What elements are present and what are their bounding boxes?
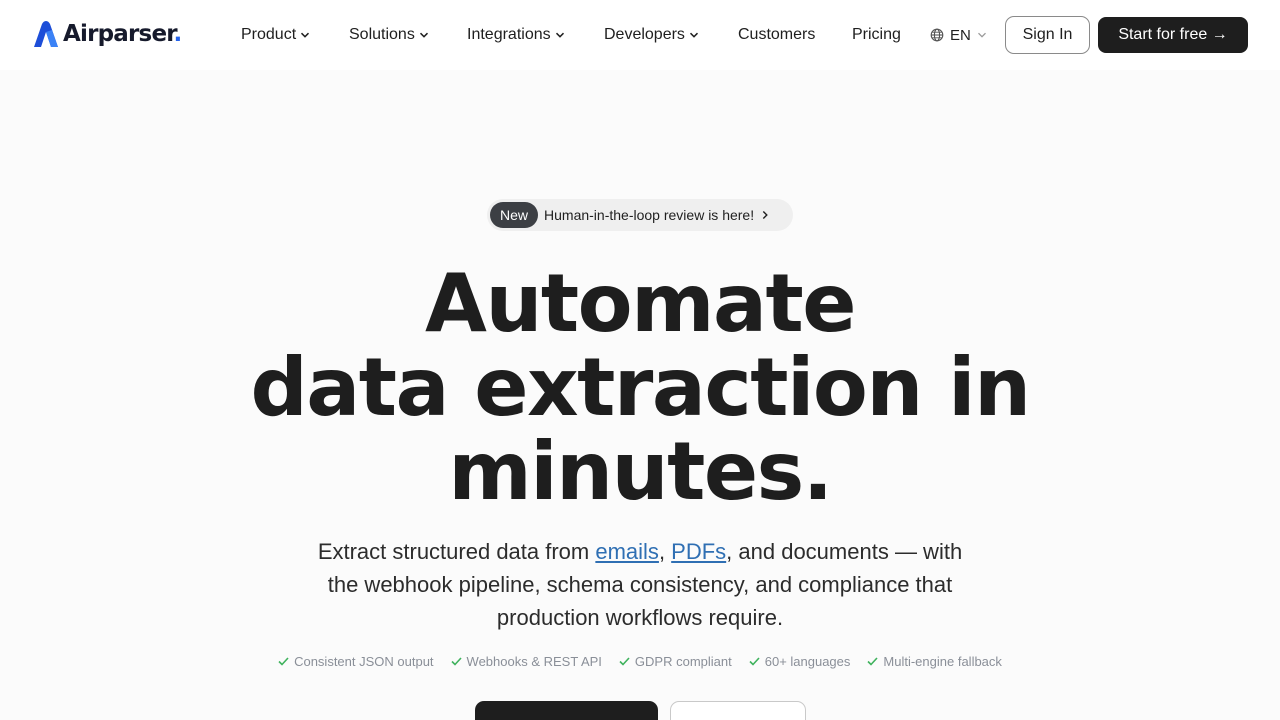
start-for-free-button[interactable]: Start for free → — [1098, 17, 1248, 53]
feature-item: Consistent JSON output — [278, 654, 434, 669]
chevron-down-icon — [555, 32, 564, 38]
feature-list: Consistent JSON output Webhooks & REST A… — [0, 654, 1280, 669]
airparser-logo-icon — [34, 20, 58, 47]
nav-integrations[interactable]: Integrations — [467, 24, 565, 46]
nav-customers[interactable]: Customers — [738, 24, 815, 46]
pdfs-link[interactable]: PDFs — [671, 539, 726, 564]
nav-integrations-label: Integrations — [467, 26, 551, 43]
headline-line-2: data extraction in — [250, 341, 1031, 434]
chevron-down-icon — [419, 32, 428, 38]
announcement-text: Human-in-the-loop review is here! — [544, 207, 755, 223]
language-label: EN — [950, 26, 971, 44]
globe-icon — [930, 28, 944, 42]
feature-label: Multi-engine fallback — [883, 654, 1002, 669]
logo-text: Airparser. — [63, 21, 182, 47]
feature-label: Consistent JSON output — [294, 654, 434, 669]
chevron-right-icon — [762, 211, 768, 219]
feature-label: GDPR compliant — [634, 654, 732, 669]
sign-in-button[interactable]: Sign In — [1005, 16, 1090, 54]
site-header: Airparser. Product Solutions Integration… — [0, 0, 1280, 70]
feature-item: GDPR compliant — [619, 654, 732, 669]
subtext-part: Extract structured data from — [317, 539, 596, 564]
nav-customers-label: Customers — [738, 26, 816, 43]
check-icon — [450, 657, 462, 666]
check-icon — [619, 657, 630, 666]
check-icon — [278, 657, 289, 666]
chevron-down-icon — [301, 32, 310, 38]
subtext-part: , — [658, 539, 672, 564]
check-icon — [867, 657, 878, 666]
hero-headline: Automate data extraction in minutes. — [0, 262, 1280, 514]
nav-solutions-label: Solutions — [349, 26, 415, 43]
hero-subtext: Extract structured data from emails, PDF… — [300, 535, 980, 634]
chevron-down-icon — [977, 32, 986, 38]
nav-solutions[interactable]: Solutions — [349, 24, 429, 46]
nav-pricing[interactable]: Pricing — [852, 24, 901, 46]
feature-item: Multi-engine fallback — [867, 654, 1002, 669]
feature-item: Webhooks & REST API — [450, 654, 602, 669]
new-badge: New — [490, 202, 539, 228]
headline-line-1: Automate — [425, 257, 856, 350]
feature-item: 60+ languages — [749, 654, 851, 669]
emails-link[interactable]: emails — [595, 539, 659, 564]
feature-label: Webhooks & REST API — [466, 654, 602, 669]
airparser-logo[interactable]: Airparser. — [32, 19, 182, 49]
secondary-cta-button[interactable] — [670, 701, 806, 720]
primary-cta-button[interactable] — [475, 701, 658, 720]
nav-pricing-label: Pricing — [852, 26, 901, 43]
check-icon — [749, 657, 760, 666]
language-selector[interactable]: EN — [930, 24, 987, 46]
nav-product-label: Product — [241, 26, 297, 43]
chevron-down-icon — [689, 32, 698, 38]
nav-product[interactable]: Product — [241, 24, 310, 46]
announcement-pill[interactable]: New Human-in-the-loop review is here! — [487, 199, 793, 231]
headline-line-3: minutes. — [448, 425, 833, 518]
nav-developers[interactable]: Developers — [604, 24, 699, 46]
feature-label: 60+ languages — [764, 654, 851, 669]
nav-developers-label: Developers — [604, 26, 685, 43]
